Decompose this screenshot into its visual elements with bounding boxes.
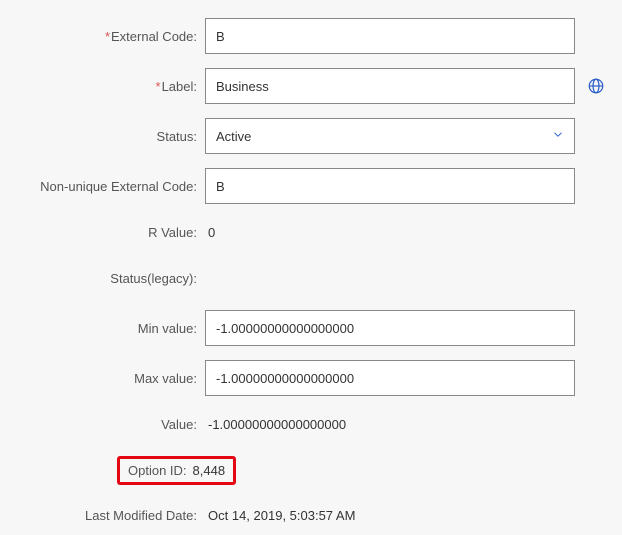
- min-value-input[interactable]: [205, 310, 575, 346]
- option-id-highlight: Option ID: 8,448: [117, 456, 236, 485]
- row-min-value: Min value:: [10, 310, 612, 346]
- label-status: Status:: [10, 129, 205, 144]
- row-status-legacy: Status(legacy):: [10, 264, 612, 292]
- row-external-code: *External Code:: [10, 18, 612, 54]
- label-status-legacy: Status(legacy):: [10, 271, 205, 286]
- label-nonunique-external-code: Non-unique External Code:: [10, 179, 205, 194]
- label-text: Label:: [162, 79, 197, 94]
- label-r-value: R Value:: [10, 225, 205, 240]
- required-asterisk: *: [156, 79, 161, 94]
- label-last-modified: Last Modified Date:: [10, 508, 205, 523]
- row-value: Value: -1.00000000000000000: [10, 410, 612, 438]
- label-min-value: Min value:: [10, 321, 205, 336]
- external-code-input[interactable]: [205, 18, 575, 54]
- last-modified-text: Oct 14, 2019, 5:03:57 AM: [205, 508, 355, 523]
- label-input[interactable]: [205, 68, 575, 104]
- row-nonunique-external-code: Non-unique External Code:: [10, 168, 612, 204]
- row-status: Status:: [10, 118, 612, 154]
- globe-icon[interactable]: [587, 77, 605, 95]
- value-text: -1.00000000000000000: [205, 417, 346, 432]
- label-value: Value:: [10, 417, 205, 432]
- max-value-input[interactable]: [205, 360, 575, 396]
- label-max-value: Max value:: [10, 371, 205, 386]
- status-select[interactable]: [205, 118, 575, 154]
- status-select-value[interactable]: [205, 118, 575, 154]
- row-option-id: Option ID: 8,448: [10, 456, 612, 485]
- row-label: *Label:: [10, 68, 612, 104]
- required-asterisk: *: [105, 29, 110, 44]
- label-text: External Code:: [111, 29, 197, 44]
- row-last-modified: Last Modified Date: Oct 14, 2019, 5:03:5…: [10, 501, 612, 529]
- form-container: *External Code: *Label: Status:: [10, 18, 612, 529]
- label-option-id: Option ID:: [128, 463, 187, 478]
- label-external-code: *External Code:: [10, 29, 205, 44]
- label-label: *Label:: [10, 79, 205, 94]
- r-value-text: 0: [205, 225, 215, 240]
- row-r-value: R Value: 0: [10, 218, 612, 246]
- nonunique-external-code-input[interactable]: [205, 168, 575, 204]
- option-id-text: 8,448: [193, 463, 226, 478]
- row-max-value: Max value:: [10, 360, 612, 396]
